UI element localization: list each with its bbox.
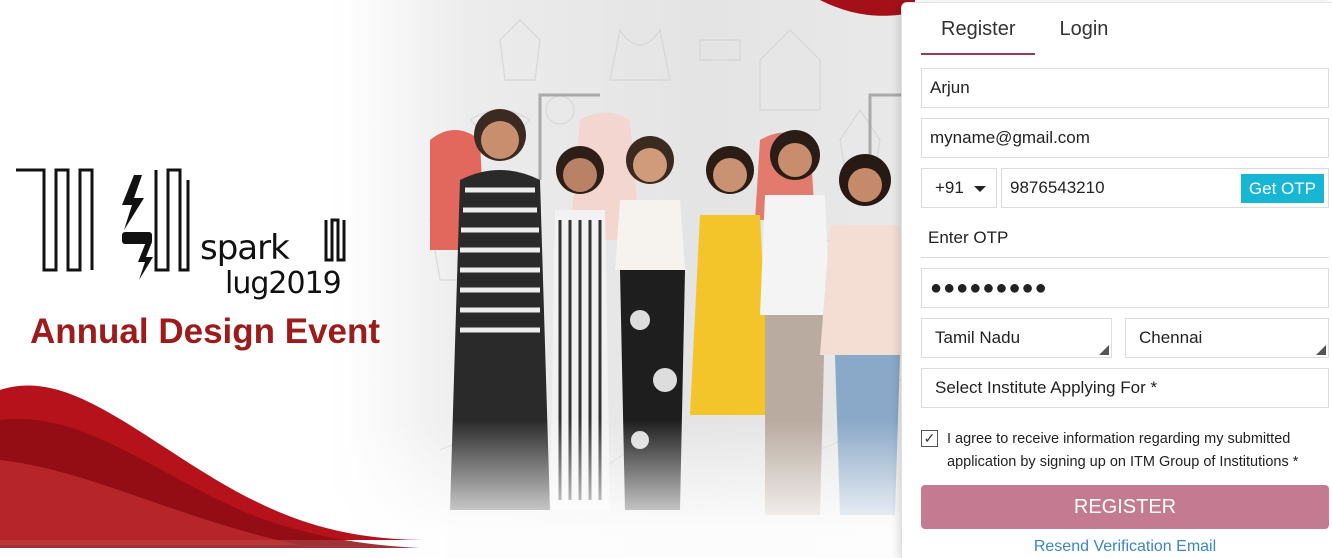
tab-login[interactable]: Login	[1039, 3, 1128, 55]
consent-checkbox[interactable]: ✓	[921, 430, 938, 447]
event-banner: spark lug2019 Annual Design Event	[0, 0, 915, 558]
logo-text-spark: spark	[200, 228, 290, 268]
register-button[interactable]: REGISTER	[921, 485, 1329, 529]
event-title: Annual Design Event	[30, 312, 381, 351]
logo-text-plug: lug2019	[225, 266, 342, 301]
resend-verification-link[interactable]: Resend Verification Email	[921, 538, 1329, 556]
country-code-value: +91	[935, 178, 964, 197]
email-field[interactable]: myname@gmail.com	[921, 118, 1329, 158]
password-field[interactable]: ●●●●●●●●●	[921, 268, 1329, 308]
state-select[interactable]: Tamil Nadu	[921, 318, 1112, 358]
consent-text: I agree to receive information regarding…	[947, 431, 1299, 470]
phone-field[interactable]: 9876543210 Get OTP	[1001, 168, 1329, 208]
city-select[interactable]: Chennai	[1125, 318, 1329, 358]
institute-select[interactable]: Select Institute Applying For *	[921, 368, 1329, 408]
get-otp-button[interactable]: Get OTP	[1240, 174, 1324, 203]
chevron-down-icon	[974, 186, 986, 192]
city-value: Chennai	[1139, 328, 1203, 347]
phone-value: 9876543210	[1010, 178, 1105, 197]
resize-grip-icon	[1316, 345, 1326, 355]
tab-register[interactable]: Register	[921, 3, 1036, 55]
otp-field[interactable]: Enter OTP	[921, 218, 1329, 258]
registration-panel: Register Login Arjun myname@gmail.com +9…	[901, 2, 1332, 558]
name-field[interactable]: Arjun	[921, 68, 1329, 108]
country-code-select[interactable]: +91	[921, 168, 997, 208]
resize-grip-icon	[1099, 345, 1109, 355]
state-value: Tamil Nadu	[935, 328, 1021, 347]
auth-tabs: Register Login	[921, 3, 1128, 55]
